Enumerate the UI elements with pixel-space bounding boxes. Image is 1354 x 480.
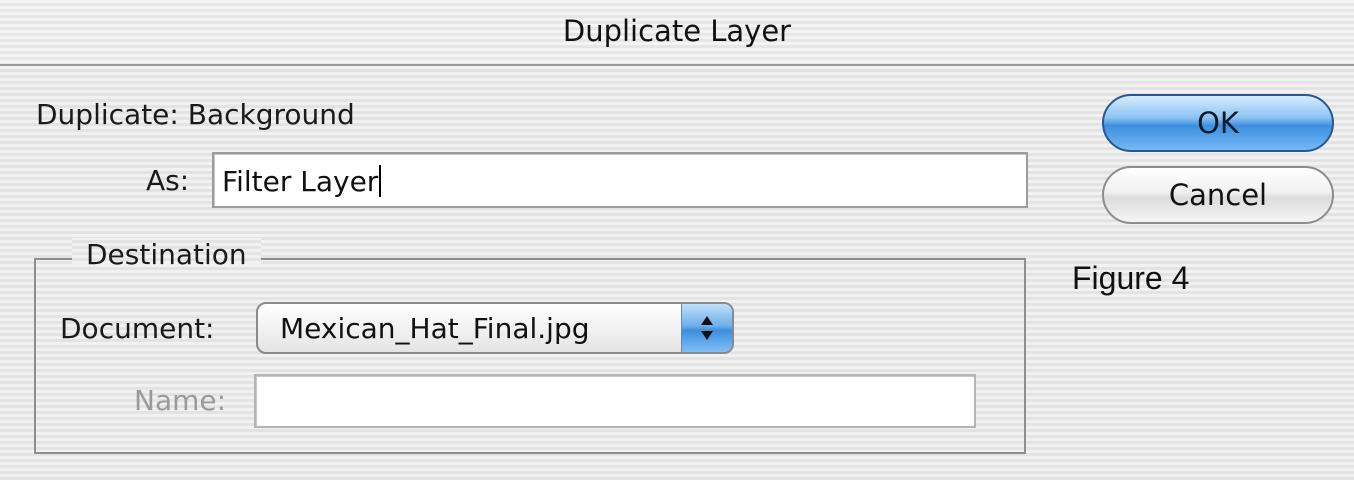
as-name-value: Filter Layer — [222, 165, 382, 198]
cancel-button[interactable]: Cancel — [1102, 166, 1334, 224]
document-popup-value: Mexican_Hat_Final.jpg — [280, 312, 590, 345]
as-label: As: — [146, 164, 190, 197]
name-input[interactable] — [254, 374, 976, 428]
title-bar[interactable]: Duplicate Layer — [0, 0, 1354, 66]
duplicate-source-value: Background — [187, 98, 355, 131]
document-label: Document: — [60, 312, 215, 345]
up-down-arrows-icon — [701, 316, 713, 340]
text-caret — [379, 165, 382, 197]
document-popup[interactable]: Mexican_Hat_Final.jpg — [256, 302, 734, 354]
source-row: Duplicate: Background — [36, 98, 355, 131]
figure-caption: Figure 4 — [1072, 260, 1190, 296]
window-title: Duplicate Layer — [562, 14, 792, 48]
duplicate-label: Duplicate: — [36, 98, 179, 131]
popup-arrows-icon — [681, 304, 732, 352]
destination-legend: Destination — [72, 238, 261, 271]
as-name-input[interactable]: Filter Layer — [212, 152, 1028, 208]
name-label: Name: — [134, 384, 227, 417]
ok-button[interactable]: OK — [1102, 94, 1334, 152]
as-name-text: Filter Layer — [222, 165, 379, 198]
